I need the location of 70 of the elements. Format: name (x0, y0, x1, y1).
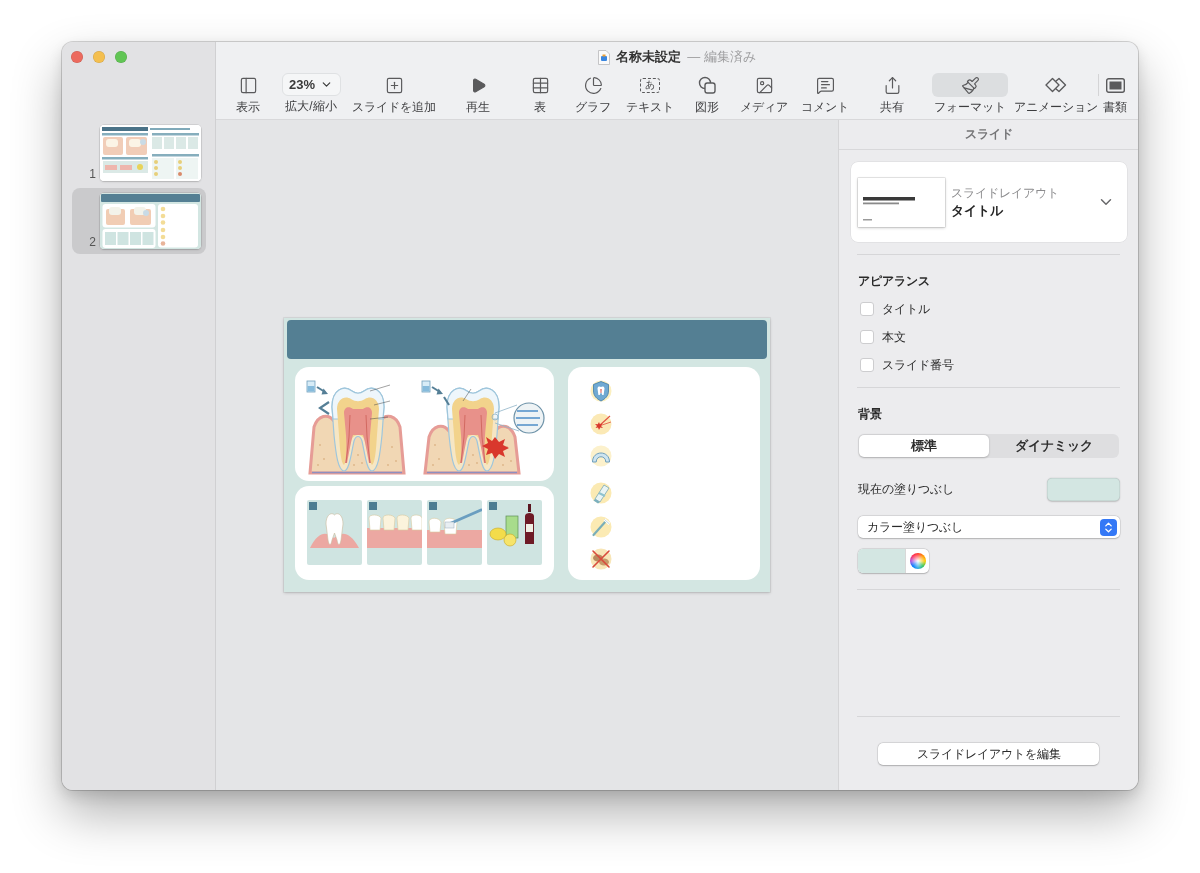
slide-layout-popup[interactable]: スライドレイアウト タイトル (851, 162, 1127, 242)
toolbar-label: 拡大/縮小 (285, 99, 337, 113)
segmented-option[interactable]: ダイナミック (989, 435, 1118, 457)
fill-type-select[interactable]: カラー塗りつぶし (858, 516, 1120, 538)
toothbrush-icon (590, 516, 612, 538)
toolbar-label: 表示 (236, 100, 260, 114)
toolbar-label: テキスト (626, 100, 674, 114)
document-status: — 編集済み (687, 48, 756, 66)
checkbox-label: 本文 (882, 328, 906, 346)
plus-square-icon (384, 75, 404, 95)
toolbar-label: コメント (801, 100, 849, 114)
diamonds-icon (1045, 77, 1067, 93)
toolbar-label: アニメーション (1014, 100, 1098, 114)
text-button[interactable]: あ (630, 73, 670, 97)
slide-number: 2 (88, 235, 96, 249)
slide-number: 1 (88, 167, 96, 181)
circle-square-icon (698, 76, 716, 94)
layout-name: タイトル (951, 203, 1004, 219)
slide-thumbnail[interactable] (100, 125, 201, 181)
checkbox[interactable] (860, 330, 874, 344)
pie-chart-icon (583, 75, 603, 95)
up-down-chevron-icon (1100, 518, 1117, 536)
crossed-out-food-icon (590, 548, 612, 570)
worn-teeth-drawing (367, 500, 422, 565)
segmented-option[interactable]: 標準 (859, 435, 989, 457)
toolbar-label: スライドを追加 (352, 100, 436, 114)
document-panel-icon (1105, 77, 1125, 93)
toothpaste-tube-icon (590, 482, 612, 504)
toolbar-label: 表 (534, 100, 546, 114)
window-title: 名称未設定 (616, 48, 682, 66)
current-fill-swatch[interactable] (1047, 478, 1120, 501)
checkbox[interactable] (860, 302, 874, 316)
color-wheel-icon[interactable] (910, 553, 926, 569)
brushing-teeth-drawing (427, 500, 482, 565)
mouthguard-icon (590, 445, 612, 467)
format-button[interactable] (932, 73, 1008, 97)
checkbox-label: スライド番号 (882, 356, 954, 374)
section-heading: アピアランス (858, 273, 931, 289)
checkbox-label: タイトル (882, 300, 930, 318)
color-well[interactable] (858, 549, 929, 573)
text-box-icon: あ (640, 77, 660, 93)
sidebar-icon (238, 75, 258, 95)
slide-thumbnail[interactable] (100, 193, 201, 249)
toolbar-label: 書類 (1103, 100, 1127, 114)
fill-label: 現在の塗りつぶし (858, 481, 954, 498)
toolbar-label: 図形 (695, 100, 719, 114)
edit-layout-button[interactable]: スライドレイアウトを編集 (878, 743, 1099, 765)
document-icon (598, 49, 611, 65)
close-button[interactable] (71, 51, 83, 63)
toolbar-label: フォーマット (934, 100, 1006, 114)
speech-bubble-icon (815, 75, 835, 95)
shield-tooth-icon (590, 380, 612, 402)
table-icon (530, 75, 550, 95)
section-heading: 背景 (858, 406, 883, 422)
inspector-title: スライド (839, 120, 1138, 150)
layout-caption: スライドレイアウト (951, 185, 1060, 201)
slide-list-item[interactable]: 1 (72, 120, 206, 186)
toolbar-label: グラフ (575, 100, 611, 114)
image-icon (754, 75, 774, 95)
toolbar-label: 再生 (466, 100, 490, 114)
paintbrush-icon (960, 75, 980, 95)
zoom-dropdown[interactable]: 23% (281, 73, 341, 96)
slide-list-item[interactable]: 2 (72, 188, 206, 254)
checkbox[interactable] (860, 358, 874, 372)
lemons-drink-wine-drawing (487, 500, 542, 565)
receding-gum-tooth-drawing (307, 500, 362, 565)
toolbar-label: 共有 (880, 100, 904, 114)
laser-burst-icon (590, 413, 612, 435)
color-swatch (858, 549, 906, 573)
toolbar-label: メディア (740, 100, 788, 114)
